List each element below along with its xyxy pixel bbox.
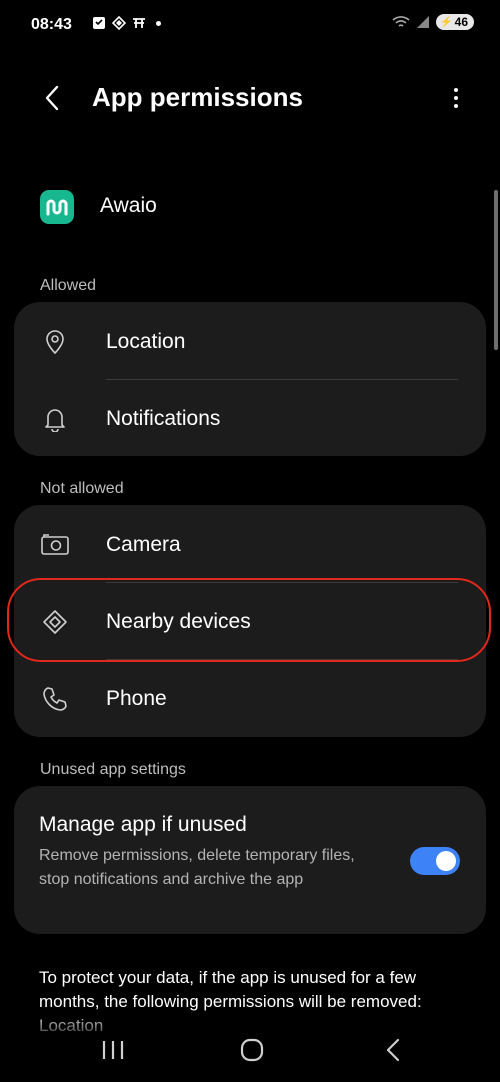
message-icon [93,17,105,29]
bell-icon [40,404,70,434]
more-dot [454,96,458,100]
chevron-left-icon [45,85,59,111]
allowed-card: Location Notifications [14,302,486,456]
battery-level: 46 [454,15,468,29]
more-dot [454,88,458,92]
permission-item-phone[interactable]: Phone [14,661,486,737]
camera-icon [40,530,70,560]
unused-section-label: Unused app settings [40,761,186,778]
page-title: App permissions [92,82,303,112]
phone-icon [40,684,70,714]
app-logo-icon [46,199,68,216]
home-icon [240,1038,264,1062]
scrollbar[interactable] [494,190,498,350]
nearby-share-icon [112,16,126,30]
manage-unused-toggle[interactable] [410,847,460,875]
status-time: 08:43 [31,16,72,33]
allowed-section-label: Allowed [40,277,97,294]
back-button[interactable] [34,80,70,116]
highlight-ring [7,578,491,662]
recent-apps-button[interactable] [93,1034,133,1066]
signal-icon [417,16,430,28]
app-icon [40,190,74,224]
recents-icon [102,1041,124,1059]
battery-indicator: ⚡ 46 [436,14,474,30]
manage-unused-description: Remove permissions, delete temporary fil… [39,847,355,888]
divider [106,379,458,380]
permission-label: Location [106,330,186,353]
status-notification-icons [92,16,161,30]
permission-item-location[interactable]: Location [14,304,486,380]
manage-unused-title: Manage app if unused [39,813,247,836]
not-allowed-section-label: Not allowed [40,480,124,497]
back-chevron-icon [386,1038,400,1062]
charging-icon: ⚡ [440,16,453,28]
home-button[interactable] [232,1034,272,1066]
app-notification-icon [133,18,145,28]
permission-item-camera[interactable]: Camera [14,507,486,583]
permission-label: Phone [106,687,167,710]
more-dot [454,104,458,108]
wifi-icon [392,16,410,27]
more-options-button[interactable] [440,82,472,114]
app-name: Awaio [100,194,157,217]
system-status: ⚡ 46 [392,14,474,30]
back-nav-button[interactable] [373,1034,413,1066]
more-notifications-dot [156,20,161,26]
permission-label: Notifications [106,407,221,430]
permission-item-notifications[interactable]: Notifications [14,381,486,457]
location-pin-icon [40,327,70,357]
permission-label: Camera [106,533,181,556]
toggle-knob [436,851,456,871]
